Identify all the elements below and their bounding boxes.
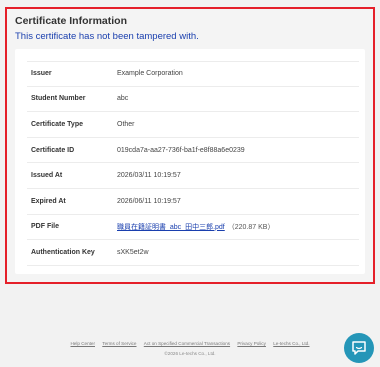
row-label: Issuer	[31, 70, 52, 78]
chat-button[interactable]	[344, 333, 374, 363]
footer-link-company[interactable]: Le-techs Co., Ltd.	[273, 341, 309, 346]
row-label: Student Number	[31, 95, 86, 103]
footer-link-terms[interactable]: Terms of Service	[102, 341, 136, 346]
row-label: PDF File	[31, 223, 60, 231]
footer-link-commercial-transactions[interactable]: Act on Specified Commercial Transactions	[144, 341, 230, 346]
footer-links: Help Center Terms of Service Act on Spec…	[0, 341, 380, 346]
tamper-status-message: This certificate has not been tampered w…	[15, 31, 199, 42]
pdf-file-size: （220.87 KB）	[227, 223, 275, 231]
row-label: Certificate ID	[31, 146, 75, 154]
row-label: Authentication Key	[31, 248, 95, 256]
page-title: Certificate Information	[15, 15, 128, 27]
copyright: ©2026 Le-techs Co., Ltd.	[164, 351, 216, 356]
certificate-details-card: Issuer Example Corporation Student Numbe…	[15, 49, 365, 274]
detail-row-issuer: Issuer Example Corporation	[27, 61, 359, 87]
row-value: sXK5et2w	[117, 248, 149, 256]
detail-row-certificate-id: Certificate ID 019cda7a-aa27-736f-ba1f-e…	[27, 138, 359, 164]
certificate-panel: Certificate Information This certificate…	[5, 7, 375, 284]
detail-row-student-number: Student Number abc	[27, 87, 359, 113]
detail-row-expired-at: Expired At 2026/06/11 10:19:57	[27, 189, 359, 215]
pdf-file-link[interactable]: 職員在籍証明書_abc_田中三郎.pdf	[117, 224, 225, 231]
footer-link-privacy[interactable]: Privacy Policy	[237, 341, 266, 346]
details-table: Issuer Example Corporation Student Numbe…	[27, 61, 359, 266]
row-label: Expired At	[31, 197, 66, 205]
row-value: 2026/06/11 10:19:57	[117, 197, 181, 205]
row-label: Issued At	[31, 172, 63, 180]
chat-bubble-icon	[352, 341, 366, 355]
footer-link-help-center[interactable]: Help Center	[70, 341, 95, 346]
detail-row-authentication-key: Authentication Key sXK5et2w	[27, 240, 359, 266]
row-value: 2026/03/11 10:19:57	[117, 172, 181, 180]
row-value: 職員在籍証明書_abc_田中三郎.pdf （220.87 KB）	[117, 222, 274, 232]
detail-row-issued-at: Issued At 2026/03/11 10:19:57	[27, 163, 359, 189]
row-value: Other	[117, 120, 135, 128]
detail-row-pdf-file: PDF File 職員在籍証明書_abc_田中三郎.pdf （220.87 KB）	[27, 215, 359, 241]
row-value: Example Corporation	[117, 70, 183, 78]
row-value: 019cda7a-aa27-736f-ba1f-e8f88a6e0239	[117, 146, 245, 154]
row-label: Certificate Type	[31, 120, 83, 128]
row-value: abc	[117, 95, 129, 103]
detail-row-certificate-type: Certificate Type Other	[27, 112, 359, 138]
